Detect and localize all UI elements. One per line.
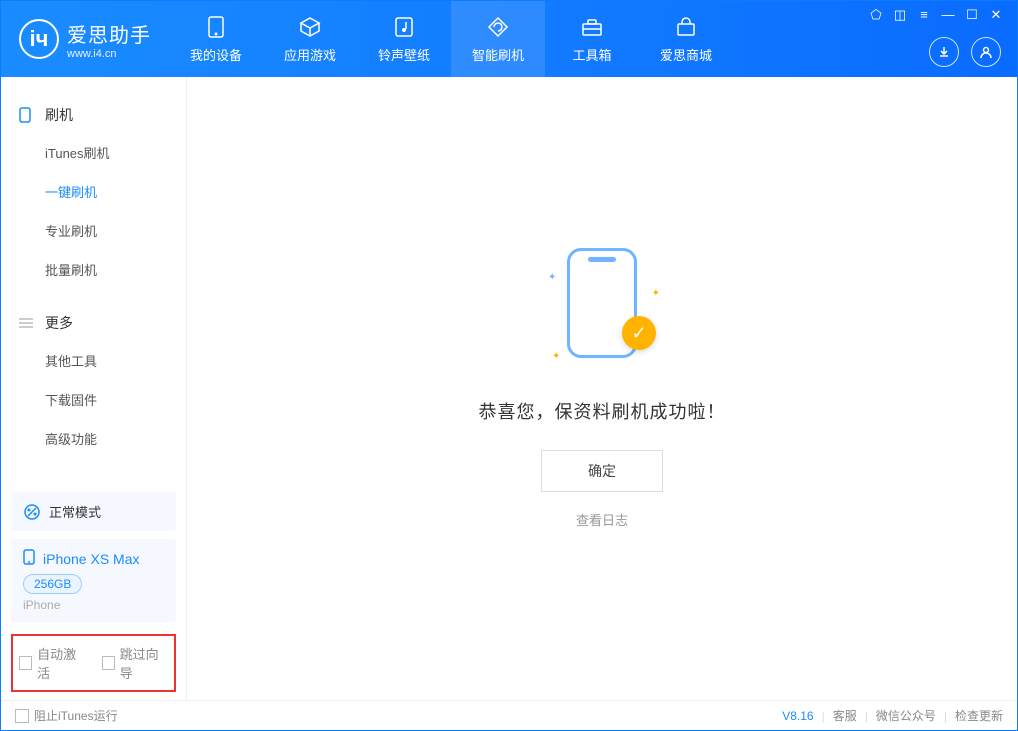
sidebar-item-oneclick-flash[interactable]: 一键刷机	[1, 172, 186, 211]
tab-label: 我的设备	[190, 45, 242, 64]
music-icon	[394, 15, 414, 39]
list-icon	[19, 317, 35, 329]
minimize-button[interactable]: —	[941, 7, 955, 23]
footer-link-support[interactable]: 客服	[833, 707, 857, 724]
tab-label: 智能刷机	[472, 45, 524, 64]
sidebar-item-other-tools[interactable]: 其他工具	[1, 341, 186, 380]
device-name: iPhone XS Max	[43, 551, 140, 567]
footer-link-update[interactable]: 检查更新	[955, 707, 1003, 724]
ok-button[interactable]: 确定	[541, 450, 663, 492]
lock-icon[interactable]: ◫	[893, 7, 907, 23]
device-mode-box[interactable]: 正常模式	[11, 492, 176, 531]
app-logo: iч 爱思助手 www.i4.cn	[1, 1, 169, 77]
status-bar: 阻止iTunes运行 V8.16 | 客服 | 微信公众号 | 检查更新	[1, 700, 1017, 730]
sidebar-group-flash: 刷机	[1, 97, 186, 133]
user-button[interactable]	[971, 37, 1001, 67]
tab-label: 爱思商城	[660, 45, 712, 64]
phone-icon	[19, 107, 35, 123]
sidebar-group-more: 更多	[1, 305, 186, 341]
view-log-link[interactable]: 查看日志	[479, 510, 726, 529]
app-title: 爱思助手	[67, 19, 151, 48]
checkbox-icon	[102, 656, 115, 670]
device-phone-icon	[23, 549, 35, 568]
tab-apps-games[interactable]: 应用游戏	[263, 1, 357, 77]
group-title: 更多	[45, 313, 73, 333]
sparkle-icon: ✦	[548, 272, 556, 283]
tab-label: 应用游戏	[284, 45, 336, 64]
app-url: www.i4.cn	[67, 48, 151, 60]
device-mode-label: 正常模式	[49, 502, 101, 521]
checkbox-auto-activate[interactable]: 自动激活	[19, 644, 86, 682]
checkbox-label: 阻止iTunes运行	[34, 707, 118, 724]
main-tabs: 我的设备 应用游戏 铃声壁纸 智能刷机 工具箱 爱思商城	[169, 1, 733, 77]
sparkle-icon: ✦	[552, 351, 560, 362]
menu-icon[interactable]: ≡	[917, 7, 931, 23]
checkbox-label: 跳过向导	[120, 644, 168, 682]
window-controls: ⬠ ◫ ≡ — ☐ ✕	[865, 1, 1007, 29]
options-highlighted-box: 自动激活 跳过向导	[11, 634, 176, 692]
refresh-icon	[487, 15, 509, 39]
logo-icon: iч	[19, 19, 59, 59]
check-badge-icon: ✓	[622, 316, 656, 350]
group-title: 刷机	[45, 105, 73, 125]
shirt-icon[interactable]: ⬠	[869, 7, 883, 23]
mode-icon	[23, 503, 41, 521]
tab-store[interactable]: 爱思商城	[639, 1, 733, 77]
success-illustration: ✦ ✦ ✦ ✓	[542, 248, 662, 368]
device-type: iPhone	[23, 598, 164, 612]
result-panel: ✦ ✦ ✦ ✓ 恭喜您，保资料刷机成功啦！ 确定 查看日志	[479, 248, 726, 529]
tab-smart-flash[interactable]: 智能刷机	[451, 1, 545, 77]
main-content: ✦ ✦ ✦ ✓ 恭喜您，保资料刷机成功啦！ 确定 查看日志	[187, 77, 1017, 700]
tab-ringtones-wallpapers[interactable]: 铃声壁纸	[357, 1, 451, 77]
checkbox-block-itunes[interactable]: 阻止iTunes运行	[15, 707, 118, 724]
device-info-box[interactable]: iPhone XS Max 256GB iPhone	[11, 539, 176, 622]
tab-my-device[interactable]: 我的设备	[169, 1, 263, 77]
checkbox-icon	[19, 656, 32, 670]
cube-icon	[299, 15, 321, 39]
checkbox-icon	[15, 709, 29, 723]
checkbox-label: 自动激活	[37, 644, 85, 682]
sidebar-item-advanced[interactable]: 高级功能	[1, 419, 186, 458]
sparkle-icon: ✦	[652, 288, 660, 299]
shop-icon	[675, 15, 697, 39]
sidebar: 刷机 iTunes刷机 一键刷机 专业刷机 批量刷机 更多 其他工具 下载固件 …	[1, 77, 187, 700]
result-message: 恭喜您，保资料刷机成功啦！	[479, 398, 726, 424]
toolbox-icon	[581, 15, 603, 39]
maximize-button[interactable]: ☐	[965, 7, 979, 23]
sidebar-item-download-firmware[interactable]: 下载固件	[1, 380, 186, 419]
footer-link-wechat[interactable]: 微信公众号	[876, 707, 936, 724]
device-capacity: 256GB	[23, 574, 82, 594]
tab-toolbox[interactable]: 工具箱	[545, 1, 639, 77]
version-label: V8.16	[782, 709, 813, 723]
sidebar-item-pro-flash[interactable]: 专业刷机	[1, 211, 186, 250]
tab-label: 工具箱	[572, 45, 611, 64]
checkbox-skip-guide[interactable]: 跳过向导	[102, 644, 169, 682]
app-header: iч 爱思助手 www.i4.cn 我的设备 应用游戏 铃声壁纸 智能刷机 工具…	[1, 1, 1017, 77]
sidebar-item-itunes-flash[interactable]: iTunes刷机	[1, 133, 186, 172]
tab-label: 铃声壁纸	[378, 45, 430, 64]
close-button[interactable]: ✕	[989, 7, 1003, 23]
device-icon	[208, 15, 224, 39]
sidebar-item-batch-flash[interactable]: 批量刷机	[1, 250, 186, 289]
download-button[interactable]	[929, 37, 959, 67]
